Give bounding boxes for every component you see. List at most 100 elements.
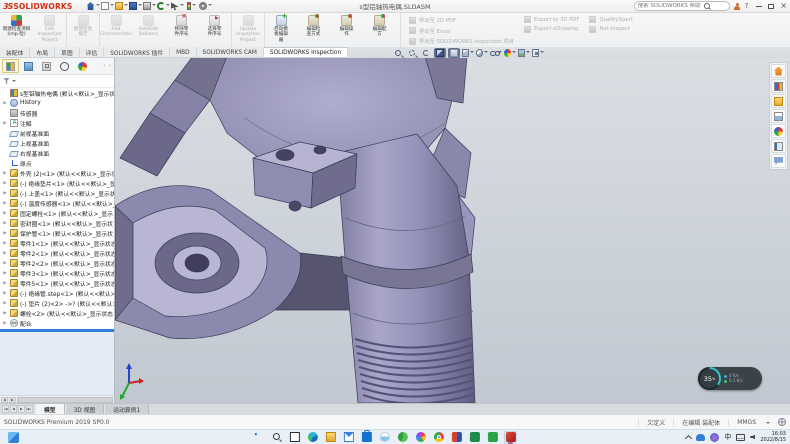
ribbon-button[interactable]: Add/Edit Balloons (132, 13, 165, 47)
minimize-button[interactable] (756, 6, 762, 7)
expand-arrow-icon[interactable]: ▶ (2, 231, 8, 236)
hud-button[interactable] (434, 48, 446, 58)
ime-language-indicator[interactable]: 中 (724, 432, 731, 442)
tree-item[interactable]: ▶ 零件5<1> (默认<<默认>_显示状态 (0, 278, 114, 288)
tab-nav-arrow[interactable]: ◀ (10, 405, 17, 413)
document-tab[interactable]: 模型 (35, 404, 65, 414)
expand-arrow-icon[interactable]: ▶ (2, 191, 8, 196)
tree-item[interactable]: ▶ 零件2<1> (默认<<默认>_显示状态 (0, 248, 114, 258)
quick-access-button[interactable] (199, 1, 212, 12)
export-menu-item[interactable]: Export eDrawing (524, 26, 579, 33)
help-button[interactable]: ? (745, 2, 749, 10)
quick-access-button[interactable] (129, 1, 142, 12)
taskbar-app-button[interactable] (324, 431, 337, 444)
command-tab[interactable]: 评估 (80, 47, 105, 57)
command-tab[interactable]: SOLIDWORKS Inspection (264, 47, 348, 57)
ribbon-button[interactable]: Edit Inspection Project (33, 13, 66, 47)
expand-arrow-icon[interactable]: ▶ (2, 281, 8, 286)
panel-tab[interactable] (74, 59, 91, 73)
cad-model[interactable] (115, 58, 790, 403)
expand-arrow-icon[interactable]: ▶ (2, 251, 8, 256)
hud-button[interactable] (504, 48, 516, 58)
units-selector[interactable]: MMGS (728, 419, 764, 426)
tree-item[interactable]: ▶ 零件3<1> (默认<<默认>_显示状态 (0, 268, 114, 278)
taskbar-app-button[interactable] (504, 431, 517, 444)
scroll-left-icon[interactable]: ◀ (1, 397, 8, 403)
ribbon-button[interactable]: 移除零 件序号 (165, 13, 198, 47)
tree-horizontal-scrollbar[interactable]: ◀ ▶ (0, 395, 114, 403)
scroll-right-icon[interactable]: ▶ (9, 397, 16, 403)
taskbar-app-button[interactable] (270, 431, 283, 444)
taskbar-app-button[interactable] (288, 431, 301, 444)
document-tab[interactable]: 3D 视图 (65, 404, 105, 414)
taskbar-app-button[interactable] (468, 431, 481, 444)
hud-button[interactable] (476, 48, 488, 58)
task-pane-button[interactable] (771, 64, 786, 78)
document-tab[interactable]: 运动算例1 (104, 404, 149, 414)
taskbar-app-button[interactable] (450, 431, 463, 444)
task-pane-button[interactable] (771, 124, 786, 138)
expand-arrow-icon[interactable]: ▶ (2, 291, 8, 296)
ribbon-button[interactable]: 选择零 件序号 (198, 13, 231, 47)
tree-item[interactable]: ▶ 传感器 (0, 108, 114, 118)
tree-item[interactable]: ▶ s型铝轴热电偶 (默认<默认>_显示状态-1 (0, 88, 114, 98)
tree-item[interactable]: ▶ 原点 (0, 158, 114, 168)
command-tab[interactable]: 布局 (30, 47, 55, 57)
panel-tab[interactable] (2, 59, 19, 73)
expand-arrow-icon[interactable]: ▶ (2, 121, 8, 126)
tree-filter[interactable] (0, 75, 114, 88)
hud-button[interactable] (420, 48, 432, 58)
command-tab[interactable]: 装配体 (0, 47, 30, 57)
quick-access-button[interactable] (157, 1, 170, 12)
onedrive-icon[interactable] (696, 434, 705, 441)
tree-item[interactable]: ▶ 密封圈<1> (默认<<默认>_显示状 (0, 218, 114, 228)
tree-item[interactable]: ▶ 前视基准面 (0, 128, 114, 138)
tree-item[interactable]: ▶ (-) 绝缘垫片<1> (默认<<默认>_显 (0, 178, 114, 188)
search-icon[interactable] (704, 3, 710, 9)
taskbar-app-button[interactable] (396, 431, 409, 444)
expand-arrow-icon[interactable]: ▶ (2, 181, 8, 186)
task-pane-button[interactable] (771, 94, 786, 108)
expand-arrow-icon[interactable]: ▶ (2, 171, 8, 176)
quick-access-button[interactable] (101, 1, 114, 12)
task-pane-button[interactable] (771, 139, 786, 153)
hud-button[interactable] (490, 48, 502, 58)
ribbon-button[interactable]: 新建检查项目 (imp.检) (0, 13, 33, 47)
ribbon-button[interactable]: 编辑操 作 (330, 13, 363, 47)
scrollbar-thumb[interactable] (17, 397, 113, 403)
tree-item[interactable]: ▶ 保护管<1> (默认<<默认>_显示状 (0, 228, 114, 238)
tree-item[interactable]: ▶ 右视基准面 (0, 148, 114, 158)
tray-chevron-icon[interactable] (685, 434, 692, 441)
tree-item[interactable]: ▶ History (0, 98, 114, 108)
tab-nav-arrow[interactable]: ▶ (18, 405, 25, 413)
ribbon-button[interactable]: Update Inspection Project (231, 13, 264, 47)
clock[interactable]: 16:03 2022/8/15 (760, 431, 786, 443)
widgets-icon[interactable] (8, 432, 19, 443)
export-menu-item[interactable]: Export to 3D PDF (524, 16, 579, 23)
taskbar-app-button[interactable] (378, 431, 391, 444)
keyboard-icon[interactable] (736, 434, 745, 441)
hud-button[interactable] (532, 48, 544, 58)
tree-item[interactable]: ▶ 零件1<1> (默认<<默认>_显示状态 (0, 238, 114, 248)
task-pane-button[interactable] (771, 109, 786, 123)
expand-arrow-icon[interactable]: ▶ (2, 271, 8, 276)
zoom-monitor-widget[interactable]: 35% 0 K/s 0.1 K/s (698, 367, 762, 390)
search-input[interactable] (638, 3, 702, 9)
panel-tab-arrows[interactable]: ‹ › (103, 63, 112, 69)
tree-item[interactable]: ▶ 配合 (0, 318, 114, 328)
quick-access-button[interactable] (171, 1, 184, 12)
expand-arrow-icon[interactable]: ▶ (2, 301, 8, 306)
expand-arrow-icon[interactable]: ▶ (2, 101, 8, 106)
quick-access-button[interactable] (87, 1, 100, 12)
quick-access-button[interactable] (185, 1, 198, 12)
hud-button[interactable] (406, 48, 418, 58)
task-pane-button[interactable] (771, 154, 786, 168)
panel-tab[interactable] (56, 59, 73, 73)
taskbar-app-button[interactable] (252, 431, 265, 444)
tab-nav-arrow[interactable]: ▶| (26, 405, 33, 413)
quick-access-button[interactable] (143, 1, 156, 12)
command-tab[interactable]: SOLIDWORKS CAM (197, 47, 264, 57)
expand-arrow-icon[interactable]: ▶ (2, 321, 8, 326)
taskbar-app-button[interactable] (360, 431, 373, 444)
ribbon-button[interactable]: 启动模 板编辑 器 (264, 13, 297, 47)
